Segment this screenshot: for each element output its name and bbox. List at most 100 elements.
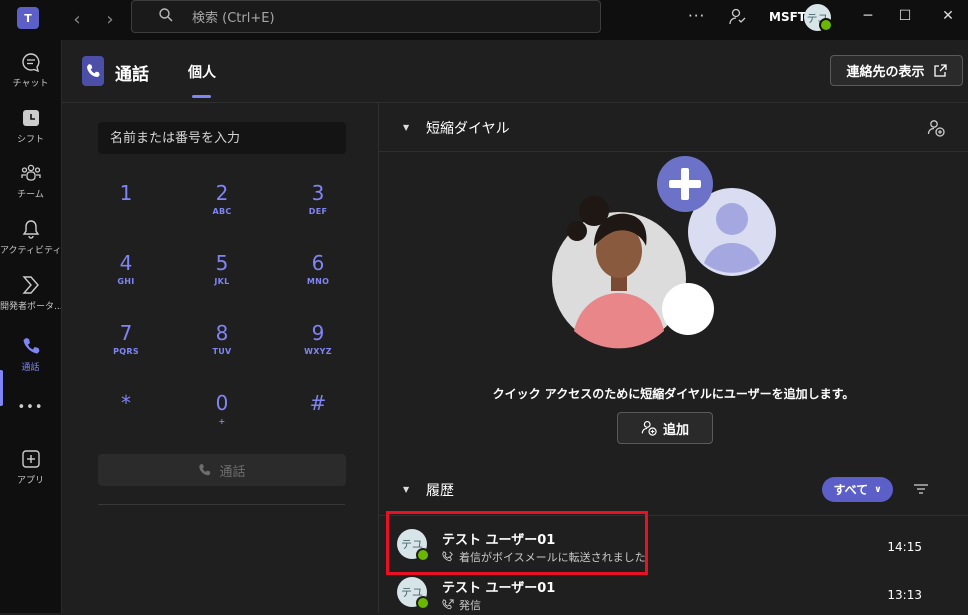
- rail-item-label: アプリ: [16, 476, 44, 486]
- key-digit: 9: [311, 321, 325, 345]
- key-digit: 2: [215, 181, 229, 205]
- dialpad-key-0[interactable]: 0 +: [192, 391, 252, 445]
- bell-icon: [22, 220, 39, 239]
- dial-number-input[interactable]: [98, 122, 346, 154]
- speed-dial-header[interactable]: ▼ 短縮ダイヤル: [379, 103, 968, 152]
- app-rail: チャット シフト チーム アクティビティ 開発者ポータ... 通話 ••• アプ…: [0, 40, 62, 613]
- outgoing-call-icon: [442, 599, 454, 610]
- rail-item-label: チャット: [12, 79, 49, 89]
- teams-logo-icon: T: [17, 7, 39, 29]
- people-icon[interactable]: [728, 8, 746, 26]
- rail-item-apps[interactable]: アプリ: [0, 448, 61, 486]
- key-digit: 4: [119, 251, 133, 275]
- caret-down-icon: ▼: [403, 123, 410, 132]
- key-letters: TUV: [212, 347, 232, 356]
- call-detail-text: 発信: [459, 599, 481, 612]
- avatar: テユ: [397, 577, 430, 610]
- page-title: 通話: [115, 65, 149, 85]
- rail-item-chat[interactable]: チャット: [0, 51, 61, 89]
- rail-item-teams[interactable]: チーム: [0, 162, 61, 200]
- divider: [98, 504, 345, 505]
- key-digit: 3: [311, 181, 325, 205]
- tab-active-indicator: [192, 95, 211, 98]
- key-letters: DEF: [308, 207, 328, 216]
- view-contacts-label: 連絡先の表示: [846, 65, 925, 80]
- more-options-button[interactable]: ···: [688, 7, 705, 25]
- presence-available-icon: [819, 18, 833, 32]
- chat-icon: [21, 53, 39, 73]
- history-row[interactable]: テユ テスト ユーザー01 発信 13:13: [379, 569, 968, 615]
- dialpad-key-2[interactable]: 2 ABC: [192, 181, 252, 235]
- tab-personal[interactable]: 個人: [188, 62, 216, 82]
- maximize-icon[interactable]: ☐: [895, 8, 915, 24]
- dialpad-key-5[interactable]: 5 JKL: [192, 251, 252, 305]
- add-person-icon[interactable]: [927, 119, 945, 137]
- rail-item-activity[interactable]: アクティビティ: [0, 218, 61, 256]
- speed-dial-message: クイック アクセスのために短縮ダイヤルにユーザーを追加します。: [492, 387, 855, 401]
- key-digit: *: [121, 391, 131, 415]
- call-detail: 発信: [442, 597, 481, 613]
- dialpad-key-7[interactable]: 7 PQRS: [96, 321, 156, 375]
- key-digit: 8: [215, 321, 229, 345]
- app-header: 通話 個人 連絡先の表示: [62, 40, 968, 103]
- key-letters: GHI: [117, 277, 135, 286]
- key-letters: JKL: [214, 277, 230, 286]
- key-letters: ABC: [212, 207, 232, 216]
- dialpad-key-1[interactable]: 1: [96, 181, 156, 235]
- presence-available-icon: [416, 596, 430, 610]
- rail-item-calls[interactable]: 通話: [0, 335, 61, 373]
- teams-icon: [20, 164, 41, 181]
- dialpad-panel: 1 2 ABC 3 DEF 4 GHI 5 JKL 6 MNO 7 PQRS 8 TUV 9 W…: [62, 103, 379, 613]
- title-bar: T ‹ › ··· MSFT テユ ─ ☐ ✕: [0, 0, 968, 40]
- chevron-down-icon: ∨: [874, 484, 882, 495]
- key-letters: PQRS: [113, 347, 139, 356]
- dialpad-key-hash[interactable]: #: [288, 391, 348, 445]
- rail-item-label: 開発者ポータ...: [0, 302, 61, 312]
- open-external-icon: [933, 63, 947, 77]
- rail-more-button[interactable]: •••: [0, 400, 61, 415]
- key-digit: 0: [215, 391, 229, 415]
- rail-item-label: シフト: [16, 135, 44, 145]
- key-digit: 7: [119, 321, 133, 345]
- filter-icon[interactable]: [914, 483, 928, 495]
- close-icon[interactable]: ✕: [938, 8, 958, 24]
- speed-dial-illustration: [552, 156, 778, 349]
- key-letters: +: [218, 417, 226, 426]
- dialpad-key-star[interactable]: *: [96, 391, 156, 445]
- history-filter-dropdown[interactable]: すべて ∨: [822, 477, 893, 502]
- dialpad-key-4[interactable]: 4 GHI: [96, 251, 156, 305]
- key-digit: 1: [119, 181, 133, 205]
- call-time: 13:13: [887, 588, 922, 602]
- rail-item-shifts[interactable]: シフト: [0, 107, 61, 145]
- add-apps-icon: [21, 450, 40, 468]
- avatar[interactable]: テユ: [804, 4, 833, 32]
- call-time: 14:15: [887, 540, 922, 554]
- filter-label: すべて: [833, 483, 869, 497]
- back-icon[interactable]: ‹: [67, 9, 87, 30]
- rail-item-dev-portal[interactable]: 開発者ポータ...: [0, 274, 61, 312]
- search-input[interactable]: [190, 8, 574, 28]
- phone-icon: [23, 338, 39, 354]
- key-letters: MNO: [306, 277, 330, 286]
- add-button-label: 追加: [662, 422, 689, 438]
- minimize-icon[interactable]: ─: [858, 8, 878, 24]
- search-box[interactable]: [131, 0, 601, 33]
- dialpad-key-6[interactable]: 6 MNO: [288, 251, 348, 305]
- history-title: 履歴: [426, 483, 454, 499]
- caret-down-icon: ▼: [403, 485, 410, 494]
- rail-item-label: チーム: [17, 190, 44, 200]
- dialpad-key-9[interactable]: 9 WXYZ: [288, 321, 348, 375]
- dialpad-key-3[interactable]: 3 DEF: [288, 181, 348, 235]
- search-icon: [159, 8, 173, 22]
- forward-icon[interactable]: ›: [100, 9, 120, 30]
- key-digit: 6: [311, 251, 325, 275]
- rail-item-label: 通話: [21, 363, 40, 373]
- key-digit: 5: [215, 251, 229, 275]
- call-button[interactable]: 通話: [98, 454, 346, 486]
- view-contacts-button[interactable]: 連絡先の表示: [830, 55, 963, 86]
- dialpad-key-8[interactable]: 8 TUV: [192, 321, 252, 375]
- right-panel: ▼ 短縮ダイヤル クイック アクセスのために短縮ダイヤルにユーザーを追加します。…: [379, 103, 968, 613]
- add-speed-dial-button[interactable]: 追加: [617, 412, 713, 444]
- phone-icon: [199, 463, 211, 476]
- caller-name: テスト ユーザー01: [442, 581, 556, 596]
